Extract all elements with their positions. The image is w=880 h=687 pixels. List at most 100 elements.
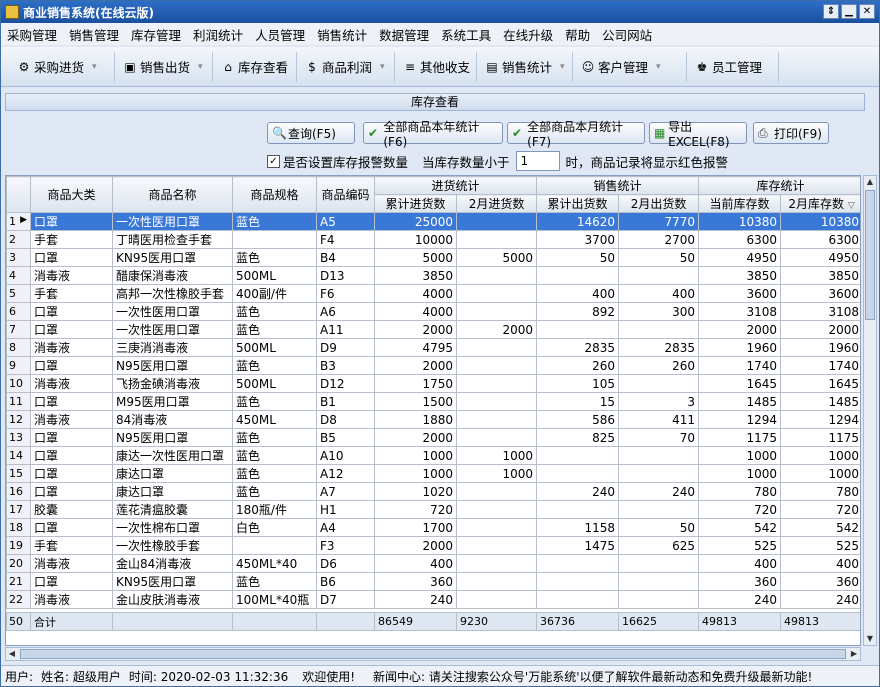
- alarm-checkbox[interactable]: ✓: [267, 154, 280, 168]
- menu-item-4[interactable]: 人员管理: [249, 25, 311, 44]
- table-row[interactable]: 11 口罩 M95医用口罩 蓝色 B1 1500 15 3 1485 1485: [6, 392, 860, 411]
- toolbar-button-1[interactable]: ▣ 销售出货 ▾: [117, 51, 213, 82]
- toolbar-button-6[interactable]: ☺ 客户管理 ▾: [575, 51, 687, 82]
- table-cell: 500ML: [232, 338, 317, 357]
- table-row[interactable]: 13 口罩 N95医用口罩 蓝色 B5 2000 825 70 1175 1175: [6, 428, 860, 447]
- table-cell: 1294: [780, 410, 860, 429]
- table-cell: A10: [316, 446, 375, 465]
- table-row[interactable]: 15 口罩 康达口罩 蓝色 A12 1000 1000 1000 1000: [6, 464, 860, 483]
- table-cell: [536, 500, 620, 519]
- row-number: 18: [6, 518, 31, 537]
- table-row[interactable]: 20 消毒液 金山84消毒液 450ML*40 D6 400 400 400: [6, 554, 860, 573]
- menu-item-9[interactable]: 帮助: [559, 25, 596, 44]
- table-cell: 2000: [374, 536, 457, 555]
- table-cell: 1020: [374, 482, 457, 501]
- table-row[interactable]: 8 消毒液 三庚消消毒液 500ML D9 4795 2835 2835 1960 1960: [6, 338, 860, 357]
- scroll-right-icon[interactable]: ▶: [848, 648, 860, 660]
- table-cell: 口罩: [30, 446, 113, 465]
- toolbar-button-7[interactable]: ♚ 员工管理: [689, 51, 779, 82]
- export-excel-button[interactable]: ▦ 导出EXCEL(F8): [649, 120, 747, 149]
- scroll-down-icon[interactable]: ▼: [864, 633, 876, 645]
- col-header-name[interactable]: 商品名称: [112, 176, 233, 213]
- menu-item-6[interactable]: 数据管理: [373, 25, 435, 44]
- table-cell: [618, 374, 700, 393]
- table-cell: 49813: [698, 612, 782, 631]
- horizontal-scroll-thumb[interactable]: [20, 649, 846, 659]
- col-header-month-stock[interactable]: 2月库存数 ▽: [780, 194, 860, 213]
- table-row[interactable]: 22 消毒液 金山皮肤消毒液 100ML*40瓶 D7 240 240 240: [6, 590, 860, 609]
- table-cell: N95医用口罩: [112, 428, 233, 447]
- col-header-current-stock[interactable]: 当前库存数: [698, 194, 782, 213]
- table-row[interactable]: 2 手套 丁晴医用检查手套 F4 10000 3700 2700 6300 6300: [6, 230, 860, 249]
- dropdown-arrow-icon[interactable]: ▾: [560, 62, 565, 72]
- table-row[interactable]: 1 ▶ 口罩 一次性医用口罩 蓝色 A5 25000 14620 7770 10380 10380: [6, 212, 860, 231]
- table-row[interactable]: 18 口罩 一次性棉布口罩 白色 A4 1700 1158 50 542 542: [6, 518, 860, 537]
- dropdown-arrow-icon[interactable]: ▾: [198, 62, 203, 72]
- table-row[interactable]: 12 消毒液 84消毒液 450ML D8 1880 586 411 1294 1294: [6, 410, 860, 429]
- customer-icon: ☺: [581, 59, 595, 74]
- col-header-month-in[interactable]: 2月进货数: [455, 194, 538, 213]
- col-header-month-out[interactable]: 2月出货数: [618, 194, 700, 213]
- dropdown-arrow-icon[interactable]: ▾: [92, 62, 97, 72]
- table-row[interactable]: 4 消毒液 醋康保消毒液 500ML D13 3850 3850 3850: [6, 266, 860, 285]
- total-row[interactable]: 50 合计 86549 9230 36736 16625 49813 49813: [6, 612, 860, 631]
- table-row[interactable]: 6 口罩 一次性医用口罩 蓝色 A6 4000 892 300 3108 3108: [6, 302, 860, 321]
- minimize-icon[interactable]: ▁: [841, 4, 857, 19]
- table-row[interactable]: 3 口罩 KN95医用口罩 蓝色 B4 5000 5000 50 50 4950 4950: [6, 248, 860, 267]
- col-header-spec[interactable]: 商品规格: [232, 176, 317, 213]
- table-row[interactable]: 10 消毒液 飞扬金碘消毒液 500ML D12 1750 105 1645 1645: [6, 374, 860, 393]
- threshold-input[interactable]: 1: [515, 151, 560, 171]
- vertical-scrollbar[interactable]: ▲ ▼: [863, 175, 877, 646]
- toolbar-button-5[interactable]: ▤ 销售统计 ▾: [479, 51, 573, 82]
- scroll-up-icon[interactable]: ▲: [864, 176, 876, 188]
- col-header-total-out[interactable]: 累计出货数: [536, 194, 620, 213]
- menu-item-5[interactable]: 销售统计: [311, 25, 373, 44]
- table-cell: 4000: [374, 284, 457, 303]
- excel-icon: ▦: [654, 126, 666, 140]
- menu-item-0[interactable]: 采购管理: [1, 25, 63, 44]
- table-row[interactable]: 5 手套 高邦一次性橡胶手套 400副/件 F6 4000 400 400 3600 3600: [6, 284, 860, 303]
- menu-item-2[interactable]: 库存管理: [125, 25, 187, 44]
- toolbar-button-4[interactable]: ≡ 其他收支: [397, 51, 477, 82]
- toolbar-button-2[interactable]: ⌂ 库存查看: [215, 51, 297, 82]
- year-stats-button[interactable]: ✔ 全部商品本年统计(F6): [363, 120, 503, 149]
- col-header-total-in[interactable]: 累计进货数: [374, 194, 457, 213]
- vertical-scroll-thumb[interactable]: [865, 190, 875, 320]
- restore-icon[interactable]: ⇕: [823, 4, 839, 19]
- table-cell: 1740: [780, 356, 860, 375]
- table-cell: 3: [618, 392, 700, 411]
- table-cell: 16625: [618, 612, 700, 631]
- col-header-category[interactable]: 商品大类: [30, 176, 113, 213]
- table-row[interactable]: 14 口罩 康达一次性医用口罩 蓝色 A10 1000 1000 1000 1000: [6, 446, 860, 465]
- table-row[interactable]: 9 口罩 N95医用口罩 蓝色 B3 2000 260 260 1740 1740: [6, 356, 860, 375]
- close-icon[interactable]: ✕: [859, 4, 875, 19]
- query-button[interactable]: 🔍 查询(F5): [267, 122, 355, 144]
- table-row[interactable]: 7 口罩 一次性医用口罩 蓝色 A11 2000 2000 2000 2000: [6, 320, 860, 339]
- row-number: 2: [6, 230, 31, 249]
- table-cell: 3850: [780, 266, 860, 285]
- toolbar-button-3[interactable]: $ 商品利润 ▾: [299, 51, 395, 82]
- table-row[interactable]: 16 口罩 康达口罩 蓝色 A7 1020 240 240 780 780: [6, 482, 860, 501]
- table-row[interactable]: 17 胶囊 莲花清瘟胶囊 180瓶/件 H1 720 720 720: [6, 500, 860, 519]
- menu-item-7[interactable]: 系统工具: [435, 25, 497, 44]
- current-row-pointer: 1 ▶: [6, 212, 31, 231]
- month-stats-button[interactable]: ✔ 全部商品本月统计(F7): [507, 120, 645, 149]
- table-row[interactable]: 21 口罩 KN95医用口罩 蓝色 B6 360 360 360: [6, 572, 860, 591]
- table-cell: 1000: [455, 464, 538, 483]
- print-button[interactable]: ⎙ 打印(F9): [753, 122, 829, 144]
- toolbar-button-0[interactable]: ⚙ 采购进货 ▾: [11, 51, 115, 82]
- scroll-left-icon[interactable]: ◀: [6, 648, 18, 660]
- horizontal-scrollbar[interactable]: ◀ ▶: [5, 647, 861, 661]
- toolbar-label: 销售统计: [502, 60, 553, 75]
- menu-item-10[interactable]: 公司网站: [596, 25, 658, 44]
- menu-item-8[interactable]: 在线升级: [497, 25, 559, 44]
- dropdown-arrow-icon[interactable]: ▾: [656, 62, 661, 72]
- table-cell: 口罩: [30, 356, 113, 375]
- menu-item-3[interactable]: 利润统计: [187, 25, 249, 44]
- profit-icon: $: [308, 59, 316, 74]
- menu-item-1[interactable]: 销售管理: [63, 25, 125, 44]
- dropdown-arrow-icon[interactable]: ▾: [380, 62, 385, 72]
- table-cell: 50: [618, 248, 700, 267]
- table-row[interactable]: 19 手套 一次性橡胶手套 F3 2000 1475 625 525 525: [6, 536, 860, 555]
- col-header-code[interactable]: 商品编码: [316, 176, 375, 213]
